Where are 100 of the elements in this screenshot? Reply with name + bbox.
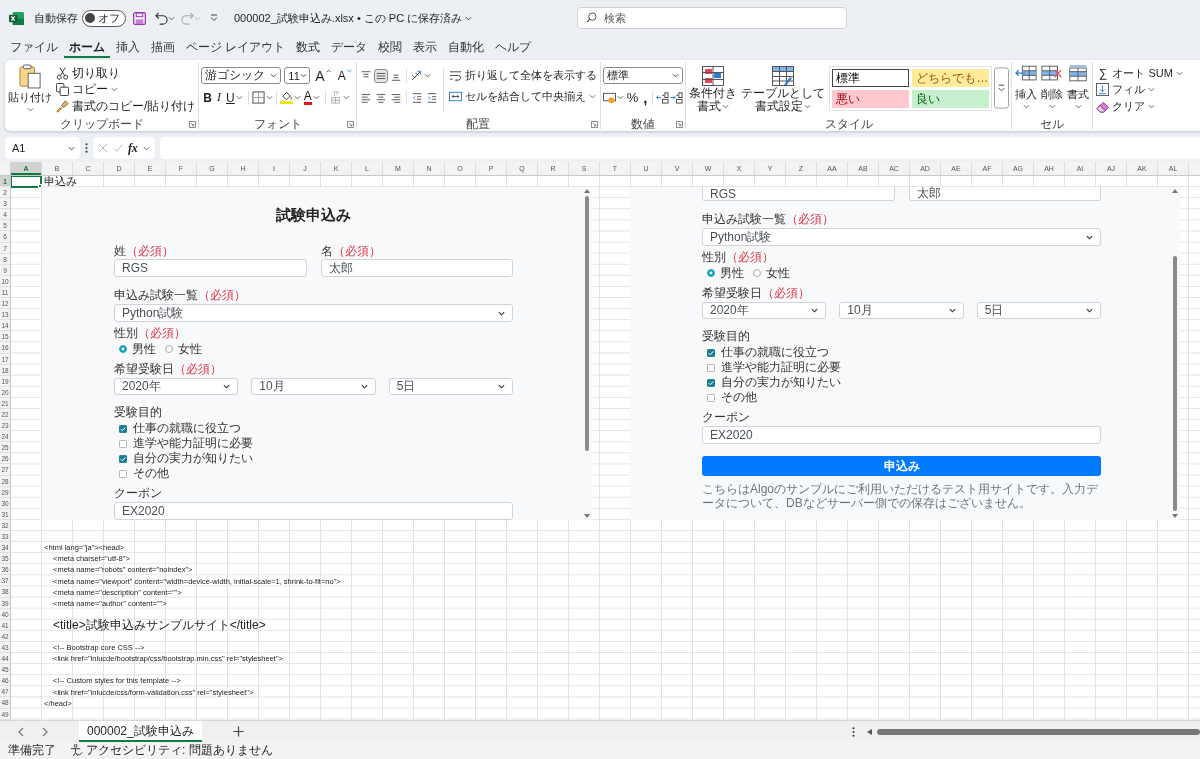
accessibility-status[interactable]: アクセシビリティ: 問題ありません — [86, 742, 273, 759]
autosum-button[interactable]: ∑ オート SUM — [1095, 65, 1184, 81]
checkbox[interactable] — [119, 439, 127, 448]
chevron-right-icon[interactable] — [42, 726, 48, 737]
underline-button[interactable]: U — [224, 89, 245, 106]
cell-style-swatch[interactable]: どちらでも… — [912, 69, 990, 87]
arrow-left-boxes-icon[interactable] — [656, 91, 670, 104]
file-name[interactable]: 000002_試験申込み.xlsx • この PC に保存済み — [234, 10, 463, 26]
radio-button[interactable] — [753, 269, 761, 278]
select-field[interactable]: 10月 — [251, 378, 376, 396]
menu-tab[interactable]: 自動化 — [443, 36, 490, 58]
sheet-tab[interactable]: 000002_試験申込み — [79, 721, 202, 742]
text-field[interactable]: 太郎 — [320, 259, 513, 278]
checkbox[interactable] — [707, 348, 715, 357]
plus-icon[interactable] — [232, 726, 244, 737]
borders-icon[interactable] — [251, 91, 265, 104]
wrap-text-button[interactable]: 折り返して全体を表示する — [447, 67, 598, 83]
caret-icon[interactable] — [168, 14, 175, 22]
scrollbar-thumb[interactable] — [585, 196, 589, 452]
menu-tab[interactable]: データ — [326, 36, 373, 58]
increase-font-size-button[interactable]: A — [313, 67, 333, 84]
select-field[interactable]: Python試験 — [702, 228, 1101, 247]
merge-center-button[interactable]: セルを結合して中央揃え — [447, 88, 598, 104]
format-cells-button[interactable]: 書式 — [1066, 64, 1091, 116]
delete-cells-button[interactable]: 削除 — [1040, 64, 1065, 116]
search-field[interactable]: 検索 — [577, 7, 847, 29]
text-over-grid-icon[interactable] — [328, 91, 342, 104]
caret-icon[interactable] — [616, 94, 624, 101]
select-field[interactable]: 5日 — [976, 302, 1101, 320]
font-size-combo[interactable]: 11 — [284, 67, 311, 84]
caret-icon[interactable] — [342, 94, 350, 101]
insert-function-button[interactable]: fx — [127, 140, 138, 156]
cell-style-swatch[interactable]: 標準 — [832, 69, 910, 87]
menu-tab[interactable]: ホーム — [64, 36, 110, 58]
menu-tab[interactable]: 挿入 — [111, 36, 145, 58]
conditional-formatting-button[interactable]: 条件付き 書式 — [688, 64, 739, 116]
more-options-icon[interactable] — [852, 726, 855, 737]
cell-style-swatch[interactable]: 悪い — [832, 90, 910, 108]
caret-icon[interactable] — [142, 144, 150, 152]
font-name-combo[interactable]: 游ゴシック — [201, 67, 282, 84]
customize-menu-icon[interactable] — [210, 14, 218, 22]
percent-style-button[interactable]: % — [624, 89, 641, 106]
name-box[interactable]: A1 — [5, 137, 80, 159]
chevron-down-icon[interactable] — [465, 14, 473, 22]
radio-button[interactable] — [119, 345, 127, 354]
scrollbar-thumb[interactable] — [1173, 256, 1177, 512]
scroll-left-icon[interactable] — [867, 728, 872, 735]
insert-cells-button[interactable]: 挿入 — [1014, 64, 1039, 116]
submit-button[interactable]: 申込み — [702, 456, 1101, 477]
menu-tab[interactable]: ファイル — [5, 36, 63, 58]
more-options-icon[interactable] — [85, 143, 88, 153]
select-field[interactable]: 10月 — [839, 302, 964, 320]
scroll-up-icon[interactable] — [1172, 189, 1178, 194]
checkbox[interactable] — [707, 393, 715, 402]
align-middle-icon[interactable] — [373, 68, 388, 83]
checkbox[interactable] — [119, 454, 127, 463]
banknote-coin-icon[interactable] — [602, 91, 616, 104]
menu-tab[interactable]: ヘルプ — [490, 36, 537, 58]
text-field[interactable]: EX2020 — [114, 502, 513, 521]
menu-tab[interactable]: ページ レイアウト — [181, 36, 291, 58]
select-field[interactable]: 2020年 — [114, 378, 239, 396]
caret-icon[interactable] — [423, 72, 431, 79]
fill-button[interactable]: フィル — [1095, 81, 1184, 98]
checkbox[interactable] — [119, 424, 127, 433]
clear-button[interactable]: クリア — [1095, 98, 1184, 114]
select-field[interactable]: 5日 — [388, 378, 513, 396]
scroll-down-icon[interactable] — [584, 514, 590, 519]
checkbox[interactable] — [707, 363, 715, 372]
font-color-button[interactable]: A — [301, 89, 322, 106]
scrollbar-thumb[interactable] — [877, 728, 1200, 735]
checkmark-icon[interactable] — [113, 143, 124, 153]
caret-icon[interactable] — [265, 94, 273, 101]
select-field[interactable]: 2020年 — [702, 302, 827, 320]
checkbox[interactable] — [707, 378, 715, 387]
copy-button[interactable]: コピー — [55, 81, 197, 98]
save-icon[interactable] — [133, 11, 146, 25]
gallery-more-icon[interactable] — [994, 66, 1010, 110]
decrease-font-size-button[interactable]: A — [335, 67, 354, 84]
scroll-down-icon[interactable] — [1172, 514, 1178, 519]
scroll-up-icon[interactable] — [584, 189, 590, 194]
undo-icon[interactable] — [155, 11, 168, 25]
italic-button[interactable]: I — [215, 89, 223, 106]
radio-button[interactable] — [165, 345, 173, 354]
caret-icon[interactable] — [293, 94, 301, 101]
text-field[interactable]: RGS — [114, 259, 307, 278]
bold-button[interactable]: B — [201, 89, 214, 106]
comma-style-button[interactable]: , — [641, 89, 650, 106]
paint-bucket-icon[interactable] — [279, 91, 293, 104]
paste-button[interactable]: 貼り付け — [7, 64, 53, 116]
diagonal-arrow-icon[interactable] — [409, 69, 423, 82]
text-field[interactable]: EX2020 — [702, 426, 1101, 445]
radio-button[interactable] — [707, 269, 715, 278]
chevron-left-icon[interactable] — [18, 726, 24, 737]
autosave-toggle[interactable]: オフ — [82, 9, 126, 27]
accessibility-icon[interactable] — [70, 744, 83, 757]
format-painter-button[interactable]: 書式のコピー/貼り付け — [55, 98, 197, 114]
menu-tab[interactable]: 校閲 — [373, 36, 408, 58]
dialog-launcher-icon[interactable] — [590, 121, 598, 128]
menu-tab[interactable]: 表示 — [408, 36, 443, 58]
dialog-launcher-icon[interactable] — [189, 121, 197, 128]
